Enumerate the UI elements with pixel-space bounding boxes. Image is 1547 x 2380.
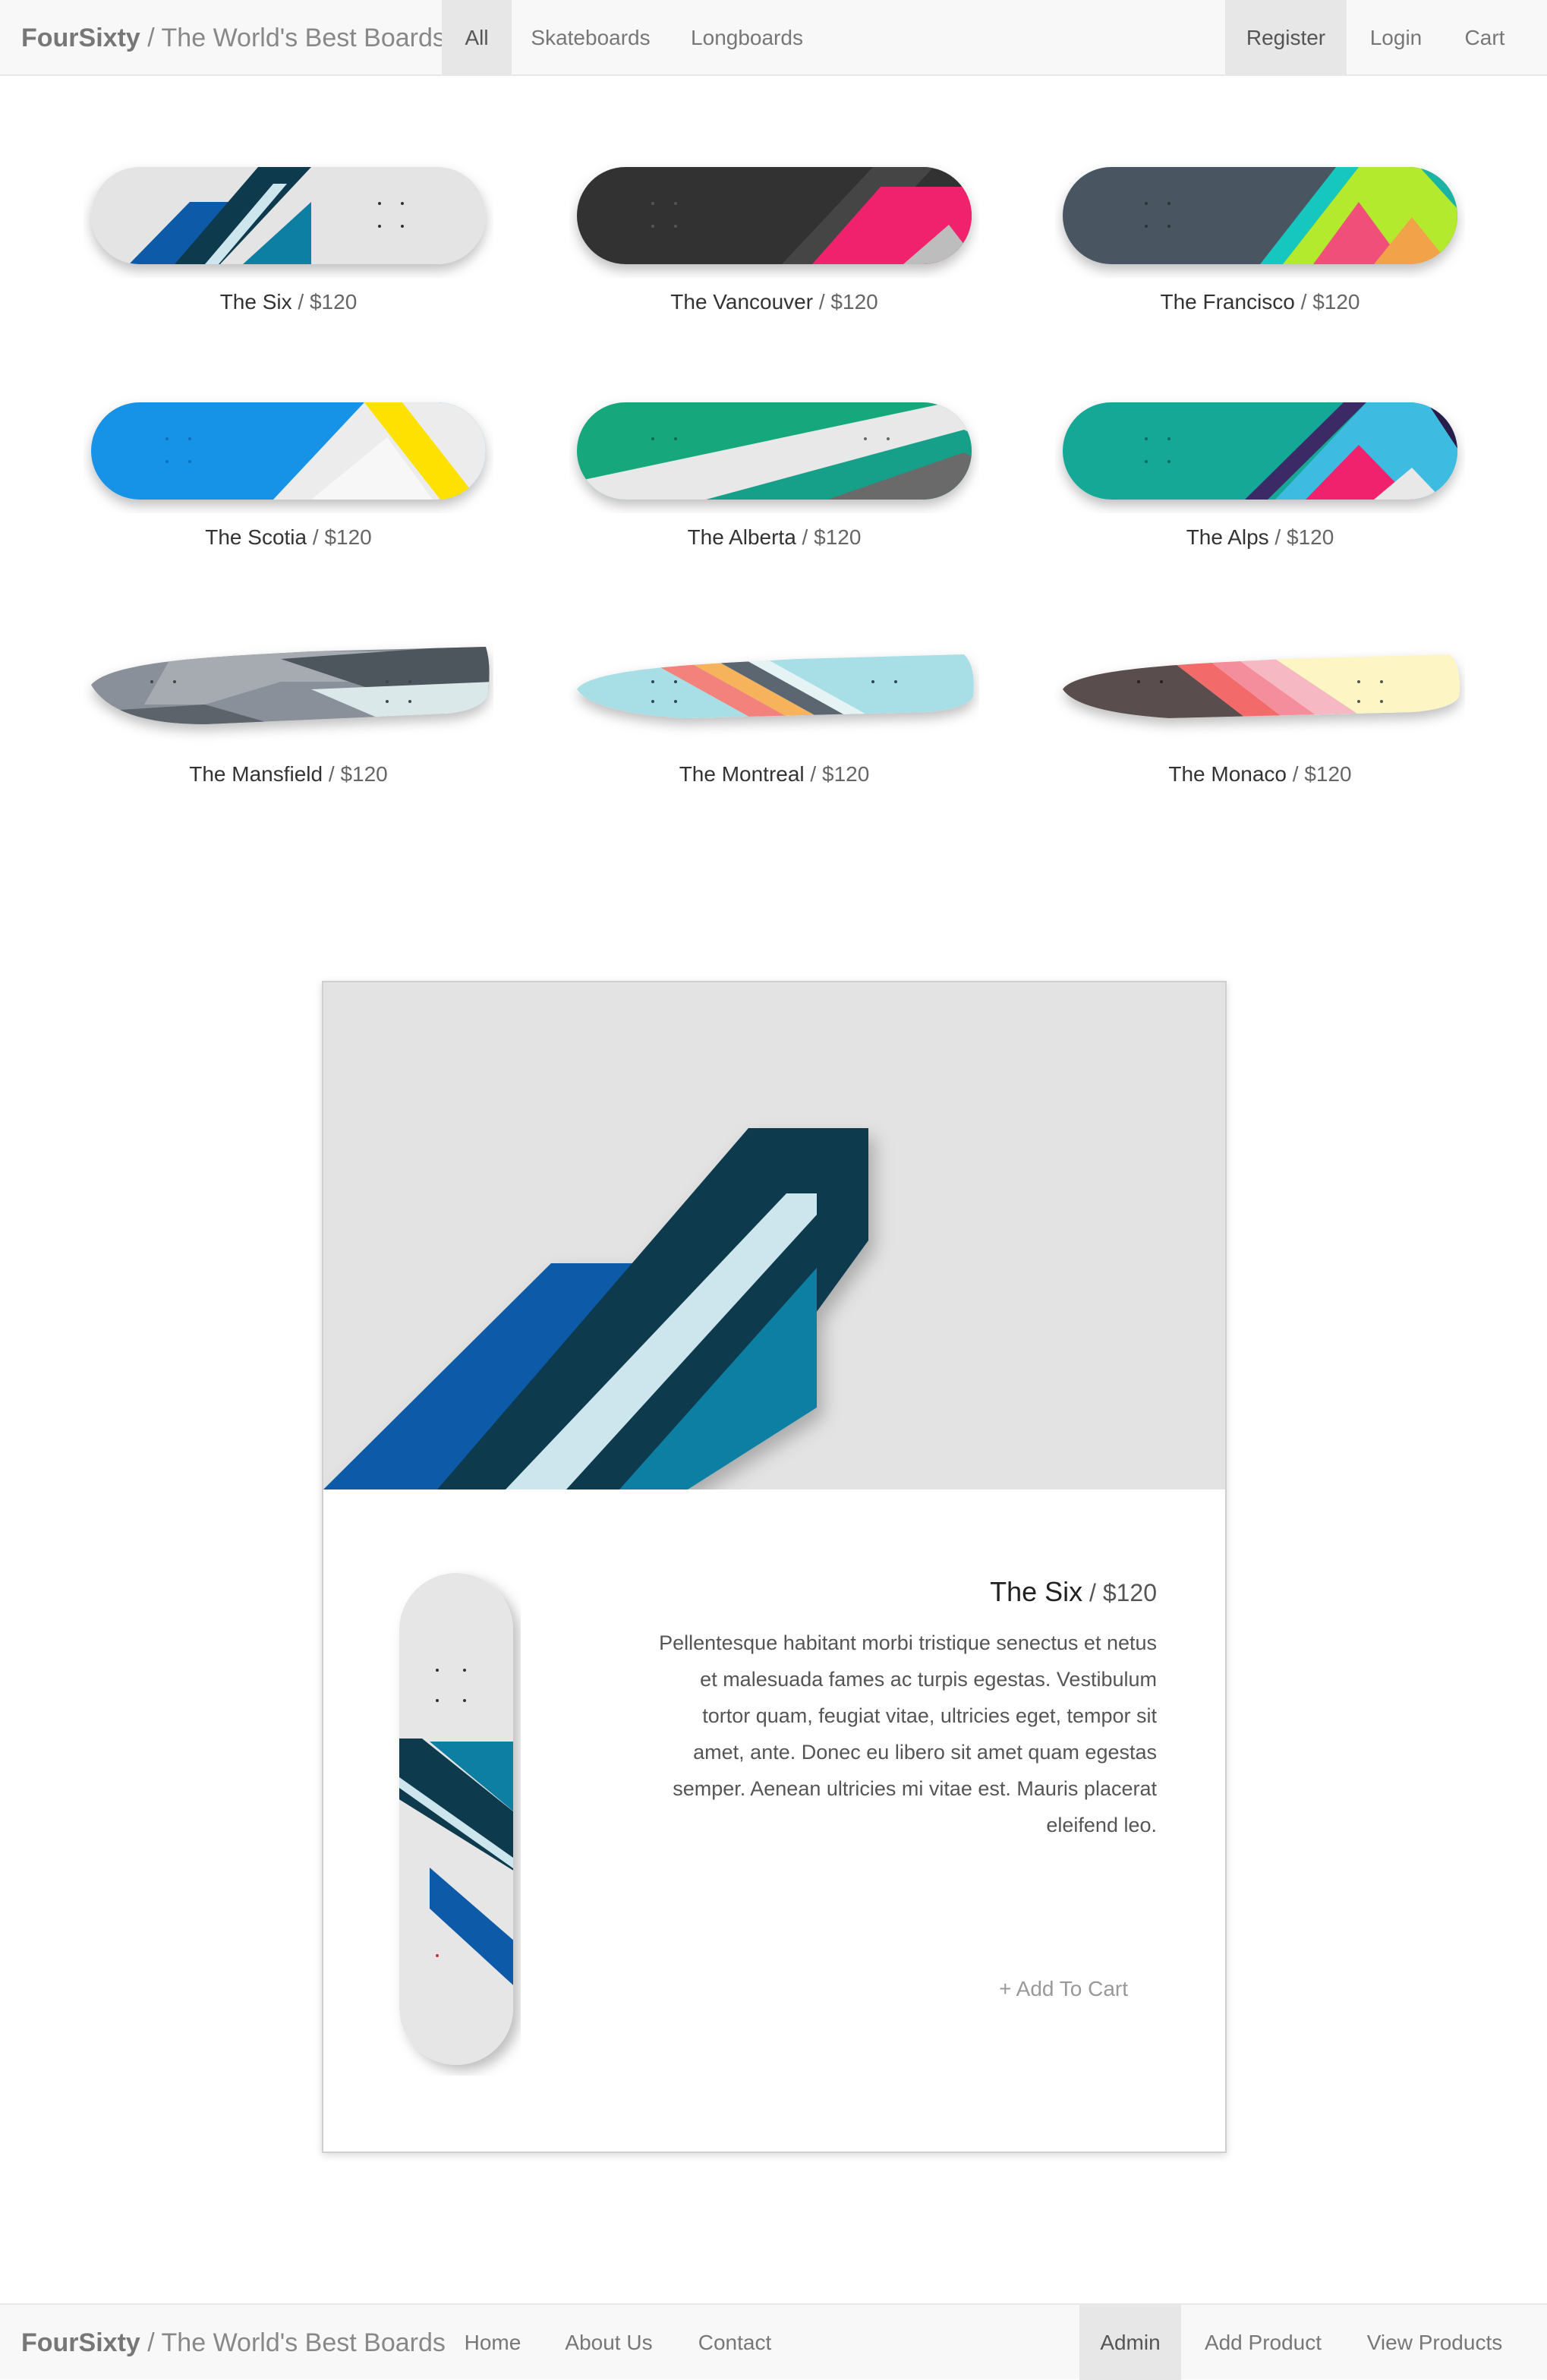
nav-all[interactable]: All [442,0,512,76]
board-image-the-alps[interactable] [1055,392,1465,513]
product-caption: The Alps / $120 [1048,525,1473,550]
nav-login[interactable]: Login [1348,0,1444,76]
product-name: The Alberta [687,525,796,549]
board-image-the-six[interactable] [83,156,493,278]
separator: / [307,525,325,549]
product-price: $120 [324,525,372,549]
board-image-the-scotia[interactable] [83,392,493,513]
footer-nav-contact[interactable]: Contact [674,2305,796,2380]
product-card[interactable]: The Francisco / $120 [1048,156,1473,354]
separator: / [804,762,822,786]
product-name: The Montreal [679,762,805,786]
separator: / [813,290,831,314]
top-navbar: FourSixty / The World's Best Boards All … [0,0,1547,76]
board-image-the-mansfield[interactable] [83,629,493,750]
brand-logo[interactable]: FourSixty / The World's Best Boards [21,0,446,76]
product-card[interactable]: The Montreal / $120 [562,629,987,826]
product-caption: The Francisco / $120 [1048,290,1473,314]
board-image-the-alberta[interactable] [569,392,979,513]
add-to-cart-button[interactable]: + Add To Cart [999,1977,1128,2001]
product-price: $120 [822,762,870,786]
product-card[interactable]: The Six / $120 [76,156,501,354]
product-caption: The Montreal / $120 [562,762,987,787]
product-name: The Monaco [1168,762,1287,786]
nav-cart[interactable]: Cart [1445,0,1524,76]
product-price: $120 [1287,525,1334,549]
product-card[interactable]: The Monaco / $120 [1048,629,1473,826]
brand-name: FourSixty [21,24,140,52]
separator: / [1082,1579,1103,1606]
board-image-the-montreal[interactable] [569,629,979,750]
product-caption: The Six / $120 [76,290,501,314]
product-name: The Six [219,290,292,314]
footer-nav-add-product[interactable]: Add Product [1183,2305,1344,2380]
nav-skateboards[interactable]: Skateboards [513,0,668,76]
detail-name: The Six [990,1576,1083,1607]
detail-description: Pellentesque habitant morbi tristique se… [659,1631,1157,1836]
footer-brand-logo[interactable]: FourSixty / The World's Best Boards [21,2305,446,2380]
product-card[interactable]: The Scotia / $120 [76,392,501,589]
product-detail-card: The Six / $120 Pellentesque habitant mor… [322,981,1227,2153]
product-name: The Mansfield [189,762,323,786]
product-name: The Vancouver [670,290,814,314]
product-caption: The Vancouver / $120 [562,290,987,314]
product-price: $120 [309,290,358,314]
footer-nav-home[interactable]: Home [442,2305,543,2380]
product-card[interactable]: The Vancouver / $120 [562,156,987,354]
board-image-the-vancouver[interactable] [569,156,979,278]
board-image-the-francisco[interactable] [1055,156,1465,278]
hero-image [323,982,1225,1489]
separator: / [1287,762,1305,786]
product-caption: The Alberta / $120 [562,525,987,550]
board-image-the-monaco[interactable] [1055,629,1465,750]
nav-longboards[interactable]: Longboards [670,0,824,76]
product-caption: The Mansfield / $120 [76,762,501,787]
separator: / [1294,290,1313,314]
product-card[interactable]: The Alps / $120 [1048,392,1473,589]
separator: / [323,762,341,786]
product-price: $120 [814,525,862,549]
detail-title: The Six / $120 [990,1576,1157,1608]
product-price: $120 [340,762,388,786]
product-price: $120 [1312,290,1360,314]
brand-tagline: / The World's Best Boards [140,2328,446,2357]
separator: / [291,290,310,314]
product-card[interactable]: The Alberta / $120 [562,392,987,589]
product-name: The Alps [1186,525,1269,549]
product-caption: The Monaco / $120 [1048,762,1473,787]
footer-nav-admin[interactable]: Admin [1079,2305,1181,2380]
product-name: The Francisco [1160,290,1295,314]
nav-register[interactable]: Register [1225,0,1347,76]
separator: / [796,525,814,549]
product-price: $120 [1304,762,1352,786]
separator: / [1268,525,1287,549]
footer-navbar: FourSixty / The World's Best Boards Home… [0,2303,1547,2380]
product-price: $120 [830,290,878,314]
product-name: The Scotia [205,525,307,549]
detail-price: $120 [1102,1579,1157,1606]
product-card[interactable]: The Mansfield / $120 [76,629,501,826]
brand-name: FourSixty [21,2328,140,2357]
product-caption: The Scotia / $120 [76,525,501,550]
footer-nav-about-us[interactable]: About Us [545,2305,673,2380]
detail-board-image [392,1567,521,2076]
footer-nav-view-products[interactable]: View Products [1345,2305,1524,2380]
brand-tagline: / The World's Best Boards [140,24,446,52]
